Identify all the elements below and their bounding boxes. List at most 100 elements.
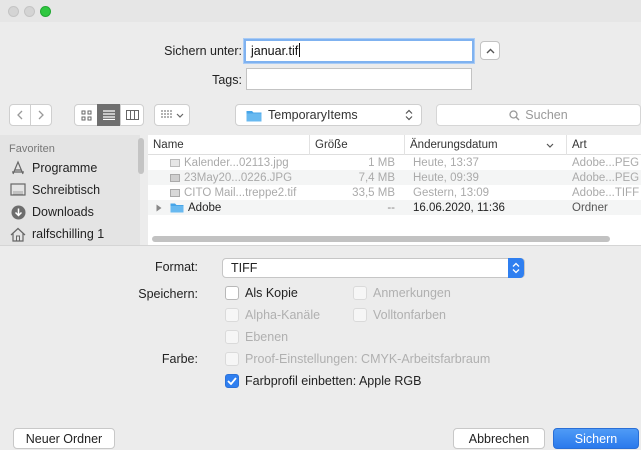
sort-descending-icon: [546, 143, 554, 148]
tags-input[interactable]: [246, 68, 472, 90]
sidebar-section-title: Favoriten: [9, 143, 55, 155]
spot-colors-label: Volltonfarben: [373, 308, 446, 322]
color-label: Farbe:: [161, 352, 198, 366]
file-kind: Adobe...PEG f: [572, 156, 641, 169]
filename-value: januar.tif: [251, 44, 299, 58]
sidebar-item-programme[interactable]: Programme: [0, 157, 140, 179]
file-kind: Adobe...TIFF f: [572, 186, 641, 199]
file-kind: Ordner: [572, 201, 608, 214]
format-label: Format:: [154, 260, 198, 274]
nav-buttons: [9, 104, 52, 126]
checkbox-box: [225, 308, 239, 322]
chevron-right-icon: [38, 110, 44, 120]
checkmark-icon: [227, 377, 237, 385]
notes-label: Anmerkungen: [373, 286, 451, 300]
save-button[interactable]: Sichern: [553, 428, 639, 449]
file-size: --: [387, 201, 395, 214]
column-header-date-label: Änderungsdatum: [410, 138, 498, 151]
embed-profile-checkbox[interactable]: Farbprofil einbetten: Apple RGB: [225, 374, 422, 388]
sidebar-scrollbar[interactable]: [138, 138, 144, 174]
file-size: 33,5 MB: [352, 186, 395, 199]
table-row[interactable]: 23May20...0226.JPG 7,4 MB Heute, 09:39 A…: [148, 170, 641, 185]
proof-setup-label: Proof-Einstellungen: CMYK-Arbeitsfarbrau…: [245, 352, 491, 366]
group-grid-icon: [160, 110, 172, 118]
button-bar: Neuer Ordner Abbrechen Sichern: [0, 424, 641, 450]
updown-arrows-icon: [405, 109, 413, 121]
folder-icon: [170, 203, 184, 213]
list-view-button[interactable]: [97, 104, 121, 126]
column-headers: Name Größe Änderungsdatum Art: [148, 135, 641, 155]
file-name: Kalender...02113.jpg: [184, 156, 289, 169]
disclosure-triangle-icon[interactable]: [156, 204, 162, 212]
title-bar: [0, 0, 641, 22]
layers-checkbox[interactable]: Ebenen: [225, 330, 288, 344]
column-header-date[interactable]: Änderungsdatum: [405, 135, 567, 155]
proof-setup-checkbox[interactable]: Proof-Einstellungen: CMYK-Arbeitsfarbrau…: [225, 352, 490, 366]
sidebar-item-label: ralfschilling 1: [32, 227, 105, 241]
file-list: Name Größe Änderungsdatum Art Kalender..…: [148, 135, 641, 245]
table-row[interactable]: Kalender...02113.jpg 1 MB Heute, 13:37 A…: [148, 155, 641, 170]
file-date: Gestern, 13:09: [413, 186, 490, 199]
embed-profile-label: Farbprofil einbetten: Apple RGB: [245, 374, 422, 388]
chevron-down-icon: [176, 113, 183, 118]
image-file-icon: [170, 188, 180, 197]
file-size: 1 MB: [368, 156, 395, 169]
table-row[interactable]: CITO Mail...treppe2.tif 33,5 MB Gestern,…: [148, 185, 641, 200]
folder-icon: [246, 110, 262, 121]
text-caret: [299, 43, 301, 57]
columns-icon: [125, 110, 139, 120]
sidebar-item-downloads[interactable]: Downloads: [0, 201, 140, 223]
location-label: TemporaryItems: [268, 108, 358, 122]
notes-checkbox[interactable]: Anmerkungen: [353, 286, 451, 300]
alpha-channels-checkbox[interactable]: Alpha-Kanäle: [225, 308, 320, 322]
as-copy-checkbox[interactable]: Als Kopie: [225, 286, 298, 300]
column-view-button[interactable]: [120, 104, 144, 126]
grid-icon: [81, 110, 91, 120]
save-as-label: Sichern unter:: [164, 44, 242, 58]
checkbox-box: [353, 286, 367, 300]
applications-icon: [10, 160, 26, 176]
location-popup[interactable]: TemporaryItems: [235, 104, 422, 126]
checkbox-box: [225, 352, 239, 366]
group-options-button[interactable]: [154, 104, 190, 126]
format-options-panel: Format: TIFF Speichern: Als Kopie Anmerk…: [0, 245, 641, 425]
zoom-window-button[interactable]: [40, 6, 51, 17]
tags-label: Tags:: [212, 73, 242, 87]
column-header-name[interactable]: Name: [148, 135, 310, 155]
file-name: 23May20...0226.JPG: [184, 171, 293, 184]
save-header: Sichern unter: januar.tif Tags:: [0, 22, 641, 102]
horizontal-scrollbar[interactable]: [152, 236, 610, 242]
home-icon: [10, 226, 26, 242]
as-copy-label: Als Kopie: [245, 286, 298, 300]
search-icon: [509, 109, 520, 120]
format-value: TIFF: [231, 261, 258, 275]
sidebar-item-home[interactable]: ralfschilling 1: [0, 223, 140, 245]
minimize-window-button[interactable]: [24, 6, 35, 17]
column-header-kind[interactable]: Art: [567, 135, 641, 155]
column-header-size[interactable]: Größe: [310, 135, 405, 155]
format-select[interactable]: TIFF: [222, 258, 525, 278]
checkbox-box: [353, 308, 367, 322]
spot-colors-checkbox[interactable]: Volltonfarben: [353, 308, 446, 322]
new-folder-button[interactable]: Neuer Ordner: [13, 428, 115, 449]
sidebar-item-label: Schreibtisch: [32, 183, 101, 197]
list-icon: [103, 110, 115, 120]
icon-view-button[interactable]: [74, 104, 98, 126]
forward-button[interactable]: [30, 104, 52, 126]
sidebar-item-schreibtisch[interactable]: Schreibtisch: [0, 179, 140, 201]
search-field[interactable]: Suchen: [436, 104, 641, 126]
chevron-up-icon: [486, 48, 494, 53]
file-kind: Adobe...PEG f: [572, 171, 641, 184]
close-window-button[interactable]: [8, 6, 19, 17]
file-name: Adobe: [188, 201, 222, 214]
table-row[interactable]: Adobe -- 16.06.2020, 11:36 Ordner: [148, 200, 641, 215]
back-button[interactable]: [9, 104, 31, 126]
sidebar-item-label: Downloads: [32, 205, 94, 219]
file-size: 7,4 MB: [358, 171, 395, 184]
cancel-button[interactable]: Abbrechen: [453, 428, 545, 449]
downloads-icon: [10, 204, 26, 220]
filename-input[interactable]: januar.tif: [244, 39, 474, 63]
save-options-label: Speichern:: [138, 287, 198, 301]
layers-label: Ebenen: [245, 330, 289, 344]
collapse-browser-button[interactable]: [480, 41, 500, 60]
